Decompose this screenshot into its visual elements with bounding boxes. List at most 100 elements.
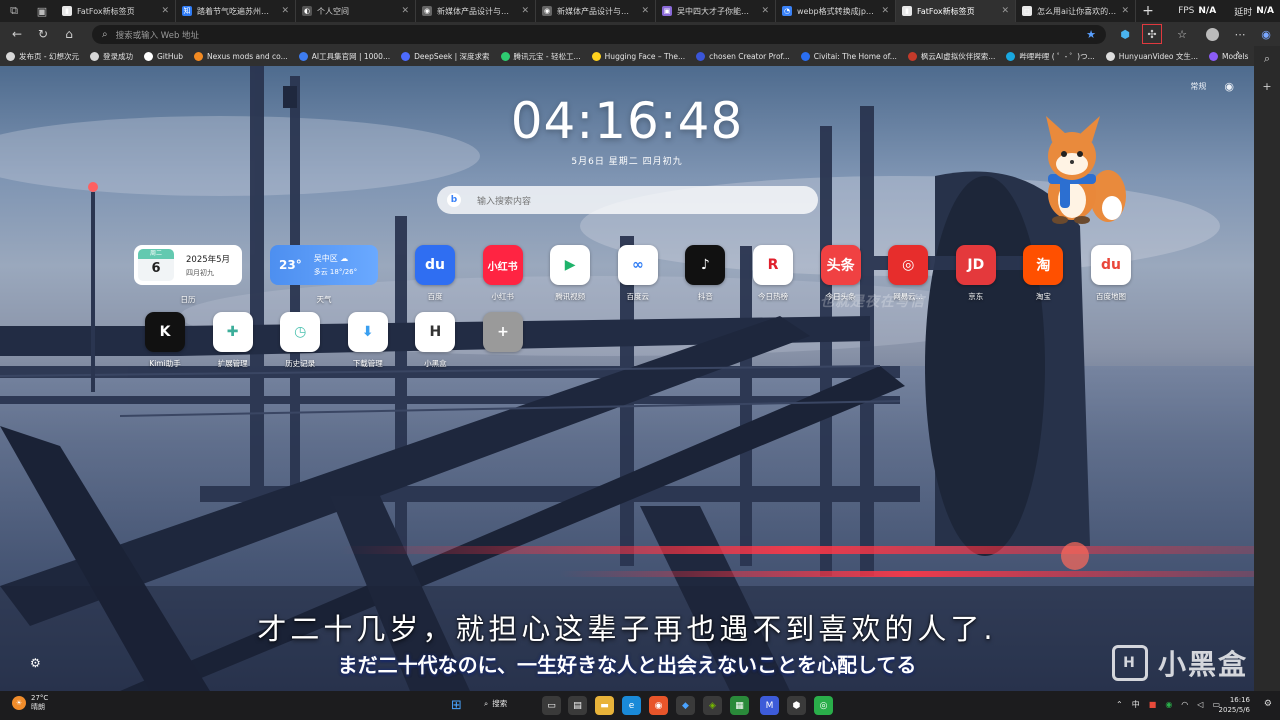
taskbar-weather[interactable]: ☀ 27°C 晴朗 <box>12 694 48 712</box>
shortcut-tile[interactable]: du 百度地图 <box>1081 245 1141 302</box>
bookmark-item[interactable]: Civitai: The Home of... <box>800 51 897 61</box>
task-view-icon[interactable]: ▭ <box>542 696 561 715</box>
spreadsheet-icon[interactable]: ▦ <box>730 696 749 715</box>
extension-hexagon-icon[interactable]: ⬢ <box>1115 24 1135 44</box>
bookmarks-overflow-icon[interactable]: › <box>1236 48 1240 59</box>
tab-close-icon[interactable]: ✕ <box>881 6 889 16</box>
tab-close-icon[interactable]: ✕ <box>401 6 409 16</box>
shortcut-tile[interactable]: ▶ 腾讯视频 <box>540 245 600 302</box>
browser-tab[interactable]: 知踏着节气吃遍苏州时令菜 ✕ <box>176 0 296 22</box>
sidebar-add-icon[interactable]: + <box>1262 80 1271 93</box>
wifi-icon[interactable]: ◠ <box>1181 700 1188 709</box>
tab-close-icon[interactable]: ✕ <box>1121 6 1129 16</box>
browser-tab[interactable]: ▮ FatFox新标签页 ✕ <box>56 0 176 22</box>
browser-tab[interactable]: ◉ 新媒体产品设计与制作 ✕ <box>536 0 656 22</box>
shortcut-tile[interactable]: ∞ 百度云 <box>608 245 668 302</box>
tray-overflow-icon[interactable]: ⌃ <box>1116 700 1123 709</box>
widgets-icon[interactable]: ▤ <box>568 696 587 715</box>
notifications-icon[interactable]: ⚙ <box>1264 699 1272 709</box>
bookmark-item[interactable]: AI工具集官网 | 1000... <box>298 51 390 62</box>
app-store-icon[interactable]: ◆ <box>676 696 695 715</box>
shortcut-tile[interactable]: ◷ 历史记录 <box>270 312 330 369</box>
bookmark-item[interactable]: DeepSeek | 深度求索 <box>401 51 490 62</box>
bookmark-item[interactable]: Models <box>1209 51 1248 61</box>
taskbar-clock[interactable]: 16:16 2025/5/6 <box>1219 695 1250 715</box>
ntp-search-box[interactable]: b 输入搜索内容 <box>437 186 818 214</box>
tab-actions-icon[interactable]: ▣ <box>28 0 56 22</box>
shortcut-tile[interactable]: du 百度 <box>405 245 465 302</box>
tab-favicon-icon: ◉ <box>542 6 552 16</box>
firefox-icon[interactable]: ◉ <box>649 696 668 715</box>
new-tab-button[interactable]: + <box>1136 0 1160 22</box>
mode-label[interactable]: 常规 <box>1190 81 1206 92</box>
shortcut-icon: ∞ <box>617 245 658 285</box>
shortcut-tile[interactable]: 小红书 小红书 <box>473 245 533 302</box>
tab-close-icon[interactable]: ✕ <box>761 6 769 16</box>
back-icon[interactable]: ← <box>4 22 30 46</box>
tray-app-icon[interactable]: ■ <box>1149 700 1157 709</box>
bookmark-item[interactable]: chosen Creator Prof... <box>696 51 790 61</box>
edge-icon[interactable]: e <box>622 696 641 715</box>
tab-close-icon[interactable]: ✕ <box>1001 6 1009 16</box>
address-bar[interactable]: ⌕ 搜索或输入 Web 地址 ★ <box>92 25 1106 44</box>
calendar-widget[interactable]: 周二 6 2025年5月 四月初九 <box>134 245 242 285</box>
wechat-icon[interactable]: ◎ <box>814 696 833 715</box>
shortcut-tile[interactable]: R 今日热榜 <box>743 245 803 302</box>
taskbar-search-icon: ⌕ <box>484 698 489 708</box>
bookmark-item[interactable]: 发布页 - 幻想次元 <box>6 51 79 62</box>
taskbar-search[interactable]: ⌕ 搜索 <box>484 698 507 709</box>
bookmark-item[interactable]: Hugging Face – The... <box>591 51 685 61</box>
favorite-star-icon[interactable]: ★ <box>1086 28 1096 41</box>
add-shortcut-button[interactable]: + <box>473 312 533 358</box>
weather-widget[interactable]: 23° 吴中区 ☁ 多云 18°/26° <box>270 245 378 285</box>
browser-tab[interactable]: ◐ 个人空间 ✕ <box>296 0 416 22</box>
browser-tab[interactable]: ▣ 吴中四大才子你能一口气 ✕ <box>656 0 776 22</box>
shortcut-tile[interactable]: K Kimi助手 <box>135 312 195 369</box>
shortcut-tile[interactable]: ✚ 扩展管理 <box>203 312 263 369</box>
tab-close-icon[interactable]: ✕ <box>641 6 649 16</box>
tab-close-icon[interactable]: ✕ <box>281 6 289 16</box>
tab-title: 怎么用ai让你喜欢的角色 <box>1037 6 1117 16</box>
tab-close-icon[interactable]: ✕ <box>521 6 529 16</box>
bookmark-item[interactable]: 登录成功 <box>89 51 133 62</box>
copilot-icon[interactable]: ◉ <box>1256 24 1276 44</box>
shortcut-tile[interactable]: 淘淘宝 <box>1013 245 1073 302</box>
more-menu-icon[interactable]: ⋯ <box>1230 24 1250 44</box>
favorites-icon[interactable]: ☆ <box>1172 24 1192 44</box>
shortcut-tile[interactable]: JD 京东 <box>946 245 1006 302</box>
bookmark-item[interactable]: 枫云AI虚拟伙伴探索... <box>907 51 995 62</box>
tray-wechat-icon[interactable]: ◉ <box>1165 700 1172 709</box>
app-m-icon[interactable]: M <box>760 696 779 715</box>
nvidia-icon[interactable]: ◈ <box>703 696 722 715</box>
shortcut-tile[interactable]: ⬇ 下载管理 <box>338 312 398 369</box>
shortcut-tile[interactable]: ♪ 抖音 <box>675 245 735 302</box>
file-explorer-icon[interactable]: ▬ <box>595 696 614 715</box>
shortcut-icon: H <box>415 312 456 352</box>
bing-icon[interactable]: b <box>447 193 461 207</box>
shortcut-label: 百度云 <box>626 292 650 301</box>
bookmark-item[interactable]: HunyuanVideo 文生... <box>1105 51 1198 62</box>
bookmark-item[interactable]: 腾讯元宝 - 轻松工... <box>500 51 581 62</box>
shortcut-tile[interactable]: H 小黑盒 <box>405 312 465 369</box>
extension-puzzle-icon[interactable]: ✣ <box>1142 24 1162 44</box>
bookmark-item[interactable]: 哔哩哔哩 ( ゜- ゜)つ... <box>1006 51 1095 62</box>
profile-avatar-icon[interactable] <box>1202 24 1222 44</box>
tab-close-icon[interactable]: ✕ <box>161 6 169 16</box>
refresh-icon[interactable]: ↻ <box>30 22 56 46</box>
browser-tab[interactable]: ◔ webp格式转换成jpg - 搜 ✕ <box>776 0 896 22</box>
bookmark-favicon-icon <box>907 51 917 61</box>
browser-tab[interactable]: ◻ 怎么用ai让你喜欢的角色 ✕ <box>1016 0 1136 22</box>
tab-title: webp格式转换成jpg - 搜 <box>797 6 877 16</box>
volume-icon[interactable]: ◁ <box>1197 700 1203 709</box>
bookmark-item[interactable]: GitHub <box>143 51 183 61</box>
browser-tab[interactable]: ◉ 新媒体产品设计与制作 ✕ <box>416 0 536 22</box>
workspaces-icon[interactable]: ⧉ <box>0 0 28 22</box>
bookmark-item[interactable]: Nexus mods and co... <box>193 51 288 61</box>
app-dark-icon[interactable]: ⬢ <box>787 696 806 715</box>
home-icon[interactable]: ⌂ <box>56 22 82 46</box>
settings-gear-icon[interactable]: ⚙ <box>30 656 41 670</box>
ime-indicator[interactable]: 中 <box>1132 699 1140 710</box>
sidebar-search-icon[interactable]: ⌕ <box>1264 52 1270 66</box>
browser-tab[interactable]: ▮ FatFox新标签页 ✕ <box>896 0 1016 22</box>
start-icon[interactable]: ⊞ <box>447 696 466 715</box>
